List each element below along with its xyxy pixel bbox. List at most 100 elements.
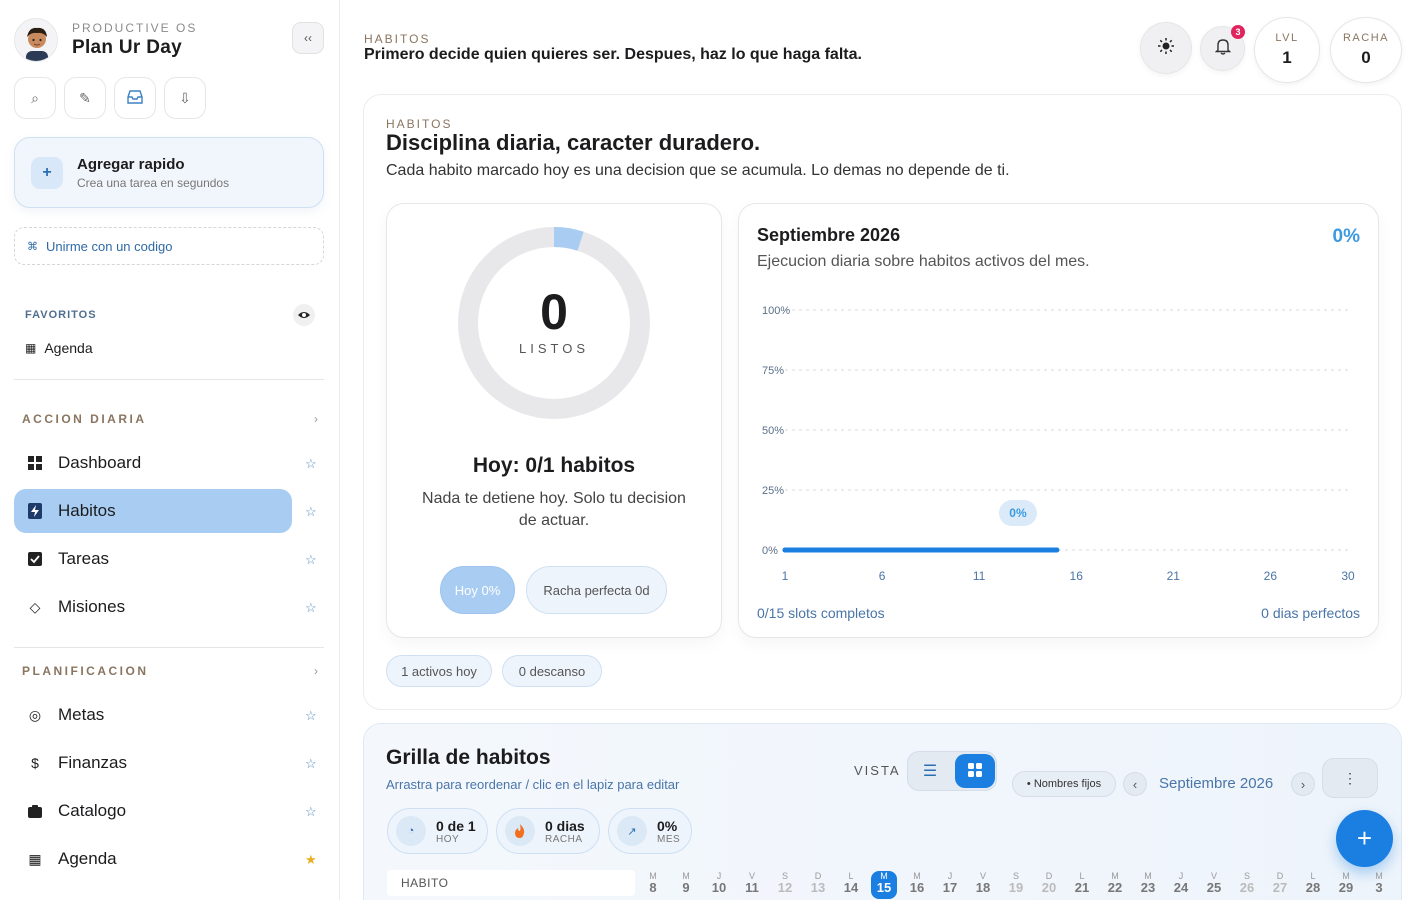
brand-kicker: PRODUCTIVE OS [72,21,198,35]
day-number: 15 [876,880,892,895]
sidebar-item-metas[interactable]: ◎ Metas [14,693,292,737]
day-header[interactable]: D 13 [805,871,831,895]
star-icon[interactable]: ☆ [305,600,317,616]
calendar-icon: ▦ [28,850,42,867]
search-button[interactable]: ⌕ [14,77,56,119]
day-number: 26 [1239,880,1255,895]
add-habit-fab[interactable]: + [1336,810,1393,867]
y-tick-label: 25% [762,485,784,497]
avatar[interactable] [14,18,58,62]
day-header[interactable]: M 16 [904,871,930,895]
star-filled-icon[interactable]: ★ [305,852,317,868]
data-point [860,547,866,553]
section-subtitle: Cada habito marcado hoy es una decision … [386,162,1010,179]
day-header[interactable]: M 15 [871,871,897,899]
data-point [996,547,1002,553]
edit-button[interactable]: ✎ [64,77,106,119]
sidebar-item-dashboard[interactable]: Dashboard [14,441,292,485]
sidebar-item-label: Catalogo [58,801,127,820]
day-number: 21 [1074,880,1090,895]
day-header[interactable]: L 28 [1300,871,1326,895]
day-header[interactable]: D 20 [1036,871,1062,895]
day-header[interactable]: S 26 [1234,871,1260,895]
fixed-names-toggle[interactable]: • Nombres fijos [1012,771,1116,797]
sidebar-item-finanzas[interactable]: $ Finanzas [14,741,292,785]
chart-footer-perfect-days: 0 dias perfectos [1261,605,1360,621]
prev-month-button[interactable]: ‹ [1123,772,1147,796]
day-header[interactable]: V 25 [1201,871,1227,895]
annotation-label: 0% [1009,506,1027,520]
chevron-left-icon: ‹ [1132,776,1138,792]
star-icon[interactable]: ☆ [305,456,317,472]
day-header[interactable]: L 21 [1069,871,1095,895]
day-number: 8 [649,880,657,895]
day-header[interactable]: V 18 [970,871,996,895]
x-tick-label: 30 [1341,569,1355,583]
inbox-button[interactable] [114,77,156,119]
inbox-icon [127,89,143,107]
day-header[interactable]: D 27 [1267,871,1293,895]
x-tick-label: 16 [1070,569,1084,583]
day-header[interactable]: M 22 [1102,871,1128,895]
divider [14,647,324,648]
section-header-planificacion[interactable]: PLANIFICACION › [22,664,318,678]
day-number: 20 [1041,880,1057,895]
star-icon[interactable]: ☆ [305,504,317,520]
target-icon: ◎ [28,706,42,723]
quick-add-title: Agregar rapido [77,155,185,173]
sidebar-item-habitos[interactable]: Habitos [14,489,292,533]
favorite-item-agenda[interactable]: ▦ Agenda [25,340,93,356]
sidebar-item-catalogo[interactable]: Catalogo [14,789,292,833]
level-badge: LVL 1 [1254,17,1320,83]
diamond-icon: ◇ [29,598,41,615]
sidebar-item-misiones[interactable]: ◇ Misiones [14,585,292,629]
view-label: VISTA [854,763,901,778]
day-header[interactable]: M3 [1366,871,1392,895]
join-code-button[interactable]: ⌘ Unirme con un codigo [14,227,324,265]
day-header[interactable]: M8 [640,871,666,895]
brand-title: Plan Ur Day [72,37,182,58]
eye-icon[interactable] [293,304,315,326]
join-code-label: Unirme con un codigo [46,238,173,254]
y-tick-label: 0% [762,545,778,557]
star-icon[interactable]: ☆ [305,552,317,568]
section-title: Disciplina diaria, caracter duradero. [386,130,761,155]
day-header[interactable]: J 24 [1168,871,1194,895]
data-point [898,547,904,553]
today-percent-pill: Hoy 0% [440,566,515,614]
y-tick-label: 100% [762,305,790,317]
day-header[interactable]: J 10 [706,871,732,895]
sun-icon [1157,37,1175,60]
day-header[interactable]: M 29 [1333,871,1359,895]
more-options-button[interactable]: ⋮ [1322,758,1378,798]
day-header[interactable]: V 11 [739,871,765,895]
collapse-sidebar-button[interactable]: ‹‹ [292,22,324,54]
day-number: 19 [1008,880,1024,895]
next-month-button[interactable]: › [1291,772,1315,796]
day-header[interactable]: M 23 [1135,871,1161,895]
day-header[interactable]: J 17 [937,871,963,895]
grid-view-button[interactable] [955,754,995,788]
day-header[interactable]: L 14 [838,871,864,895]
stat-label: MES [657,833,681,845]
list-view-button[interactable]: ☰ [914,756,946,786]
day-header[interactable]: S 19 [1003,871,1029,895]
download-button[interactable]: ⇩ [164,77,206,119]
star-icon[interactable]: ☆ [305,756,317,772]
favorite-item-label: Agenda [44,340,93,356]
x-tick-label: 21 [1167,569,1181,583]
data-point [937,547,943,553]
theme-toggle-button[interactable] [1140,22,1192,74]
star-icon[interactable]: ☆ [305,804,317,820]
stat-value: 0% [657,817,678,834]
dashboard-icon [26,454,44,472]
day-header[interactable]: S 12 [772,871,798,895]
ring-value: 0 [540,284,568,340]
day-header[interactable]: M9 [673,871,699,895]
section-header-accion-diaria[interactable]: ACCION DIARIA › [22,412,318,426]
sidebar-item-tareas[interactable]: Tareas [14,537,292,581]
star-icon[interactable]: ☆ [305,708,317,724]
quick-add-button[interactable]: + Agregar rapido Crea una tarea en segun… [14,137,324,208]
chevron-right-icon: › [314,664,318,678]
sidebar-item-agenda[interactable]: ▦ Agenda [14,837,292,881]
